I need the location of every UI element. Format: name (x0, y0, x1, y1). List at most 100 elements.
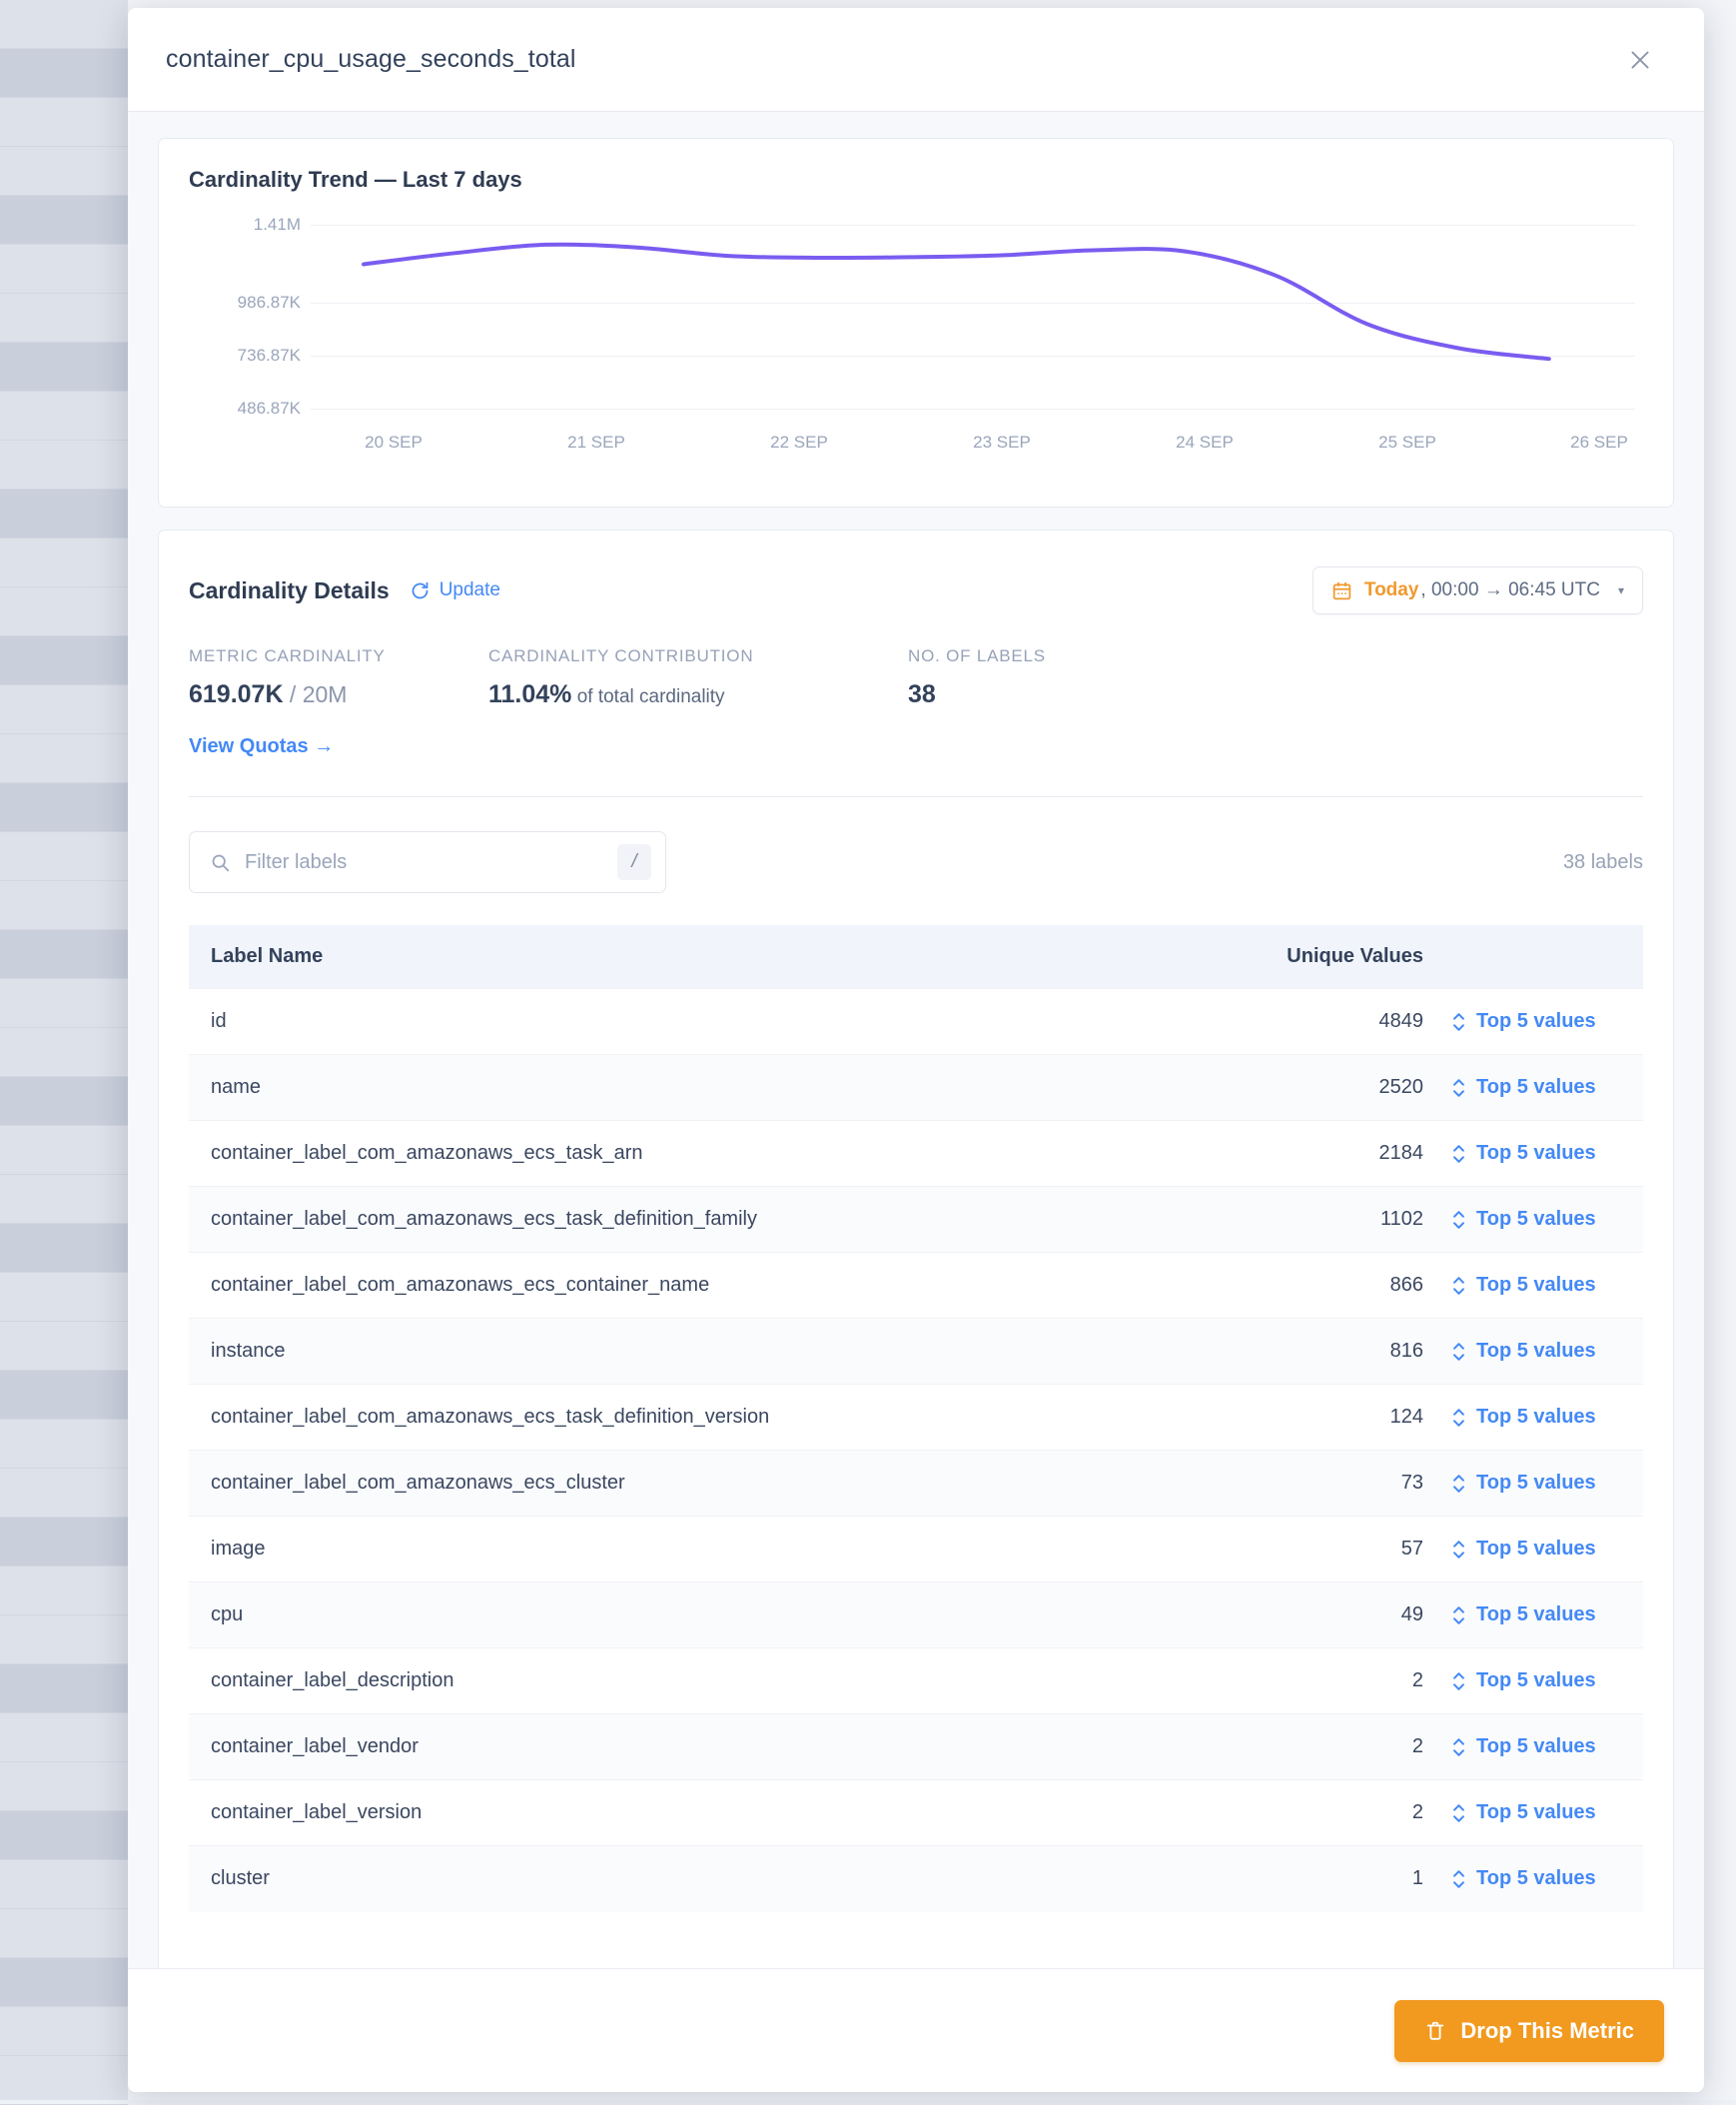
cell-label-name: container_label_com_amazonaws_ecs_task_d… (189, 1385, 1154, 1451)
sort-updown-icon (1451, 1078, 1466, 1098)
slash-shortcut-key: / (617, 844, 651, 880)
background-sidebar-row (0, 2056, 128, 2105)
x-axis-tick: 21 SEP (567, 433, 625, 453)
update-button[interactable]: Update (410, 579, 500, 601)
search-input[interactable] (245, 851, 617, 874)
cardinality-trend-card: Cardinality Trend — Last 7 days 1.41M 98… (158, 138, 1674, 508)
background-sidebar-row (0, 441, 128, 490)
table-header-row: Label Name Unique Values (189, 925, 1643, 989)
column-header-unique-values[interactable]: Unique Values (1154, 925, 1433, 989)
background-sidebar-row (0, 0, 128, 49)
table-row[interactable]: container_label_com_amazonaws_ecs_cluste… (189, 1451, 1643, 1517)
table-row[interactable]: container_label_description2Top 5 values (189, 1648, 1643, 1714)
date-range-today-label: Today (1364, 579, 1419, 601)
top-5-values-button[interactable]: Top 5 values (1451, 1603, 1643, 1626)
stat-label: NO. OF LABELS (908, 646, 1046, 666)
table-row[interactable]: image57 Top 5 values (189, 1517, 1643, 1582)
stat-label: CARDINALITY CONTRIBUTION (488, 646, 908, 666)
table-row[interactable]: container_label_version2Top 5 values (189, 1780, 1643, 1846)
date-range-picker[interactable]: Today , 00:00 → 06:45 UTC ▾ (1312, 566, 1643, 614)
cell-unique-values: 2 (1154, 1648, 1433, 1714)
page-title: container_cpu_usage_seconds_total (166, 45, 1620, 74)
top-5-values-label: Top 5 values (1476, 1274, 1596, 1297)
column-header-label-name[interactable]: Label Name (189, 925, 1154, 989)
top-5-values-button[interactable]: Top 5 values (1451, 1340, 1643, 1363)
background-sidebar-row (0, 1273, 128, 1322)
table-row[interactable]: cpu49Top 5 values (189, 1582, 1643, 1648)
search-icon (210, 852, 231, 873)
x-axis-tick: 22 SEP (770, 433, 828, 453)
table-row[interactable]: container_label_com_amazonaws_ecs_contai… (189, 1253, 1643, 1319)
sort-updown-icon (1451, 1210, 1466, 1230)
refresh-icon (410, 580, 431, 601)
top-5-values-button[interactable]: Top 5 values (1451, 1538, 1643, 1561)
top-5-values-button[interactable]: Top 5 values (1451, 1208, 1643, 1231)
sort-updown-icon (1451, 1408, 1466, 1428)
top-5-values-button[interactable]: Top 5 values (1451, 1735, 1643, 1758)
cell-label-name: image (189, 1517, 1154, 1582)
cell-unique-values: 2184 (1154, 1121, 1433, 1187)
table-row[interactable]: container_label_vendor2Top 5 values (189, 1714, 1643, 1780)
top-5-values-label: Top 5 values (1476, 1801, 1596, 1824)
stat-note: of total cardinality (571, 686, 724, 707)
table-row[interactable]: container_label_com_amazonaws_ecs_task_a… (189, 1121, 1643, 1187)
cell-label-name: container_label_com_amazonaws_ecs_task_a… (189, 1121, 1154, 1187)
table-row[interactable]: cluster1Top 5 values (189, 1846, 1643, 1912)
top-5-values-label: Top 5 values (1476, 1340, 1596, 1363)
table-row[interactable]: container_label_com_amazonaws_ecs_task_d… (189, 1187, 1643, 1253)
background-sidebar-row (0, 1077, 128, 1126)
top-5-values-button[interactable]: Top 5 values (1451, 1406, 1643, 1429)
drop-metric-label: Drop This Metric (1460, 2018, 1634, 2044)
background-sidebar-row (0, 1811, 128, 1860)
table-head: Label Name Unique Values (189, 925, 1643, 989)
divider (189, 796, 1643, 797)
column-header-actions (1433, 925, 1643, 989)
background-sidebar-row (0, 783, 128, 832)
background-sidebar-row (0, 1175, 128, 1224)
cell-unique-values: 816 (1154, 1319, 1433, 1385)
close-icon[interactable] (1620, 40, 1660, 80)
stat-cardinality-contribution: CARDINALITY CONTRIBUTION 11.04% of total… (488, 646, 908, 709)
calendar-icon (1331, 580, 1352, 601)
top-5-values-button[interactable]: Top 5 values (1451, 1669, 1643, 1692)
cell-label-name: container_label_com_amazonaws_ecs_cluste… (189, 1451, 1154, 1517)
top-5-values-button[interactable]: Top 5 values (1451, 1867, 1643, 1890)
top-5-values-button[interactable]: Top 5 values (1451, 1801, 1643, 1824)
stat-value: 619.07K / 20M (189, 680, 488, 709)
filter-labels-box[interactable]: / (189, 831, 666, 893)
cell-actions: Top 5 values (1433, 1517, 1643, 1582)
x-axis-tick: 26 SEP (1570, 433, 1628, 453)
cell-unique-values: 49 (1154, 1582, 1433, 1648)
y-axis-tick: 1.41M (254, 215, 301, 235)
trash-icon (1424, 2020, 1446, 2042)
table-row[interactable]: id4849Top 5 values (189, 989, 1643, 1055)
top-5-values-button[interactable]: Top 5 values (1451, 1076, 1643, 1099)
table-row[interactable]: instance816Top 5 values (189, 1319, 1643, 1385)
drop-this-metric-button[interactable]: Drop This Metric (1394, 2000, 1664, 2062)
date-range-text: , 00:00 → 06:45 UTC (1420, 579, 1600, 601)
stat-metric-cardinality: METRIC CARDINALITY 619.07K / 20M (189, 646, 488, 709)
background-sidebar-row (0, 930, 128, 979)
top-5-values-button[interactable]: Top 5 values (1451, 1274, 1643, 1297)
cell-label-name: container_label_vendor (189, 1714, 1154, 1780)
table-row[interactable]: container_label_com_amazonaws_ecs_task_d… (189, 1385, 1643, 1451)
cell-actions: Top 5 values (1433, 1582, 1643, 1648)
view-quotas-link[interactable]: View Quotas → (189, 735, 334, 758)
top-5-values-button[interactable]: Top 5 values (1451, 1472, 1643, 1495)
gridline (311, 409, 1635, 410)
top-5-values-button[interactable]: Top 5 values (1451, 1142, 1643, 1165)
background-sidebar-row (0, 685, 128, 734)
cell-unique-values: 57 (1154, 1517, 1433, 1582)
background-sidebar-row (0, 881, 128, 930)
cell-unique-values: 866 (1154, 1253, 1433, 1319)
y-axis-tick: 736.87K (238, 346, 301, 366)
y-axis-tick: 986.87K (238, 293, 301, 313)
cell-unique-values: 124 (1154, 1385, 1433, 1451)
stat-number: 11.04% (488, 680, 571, 708)
background-sidebar-row (0, 1420, 128, 1469)
background-sidebar-row (0, 2007, 128, 2056)
background-sidebar-row (0, 587, 128, 636)
x-axis-tick: 25 SEP (1378, 433, 1436, 453)
table-row[interactable]: name2520Top 5 values (189, 1055, 1643, 1121)
top-5-values-button[interactable]: Top 5 values (1451, 1010, 1643, 1033)
